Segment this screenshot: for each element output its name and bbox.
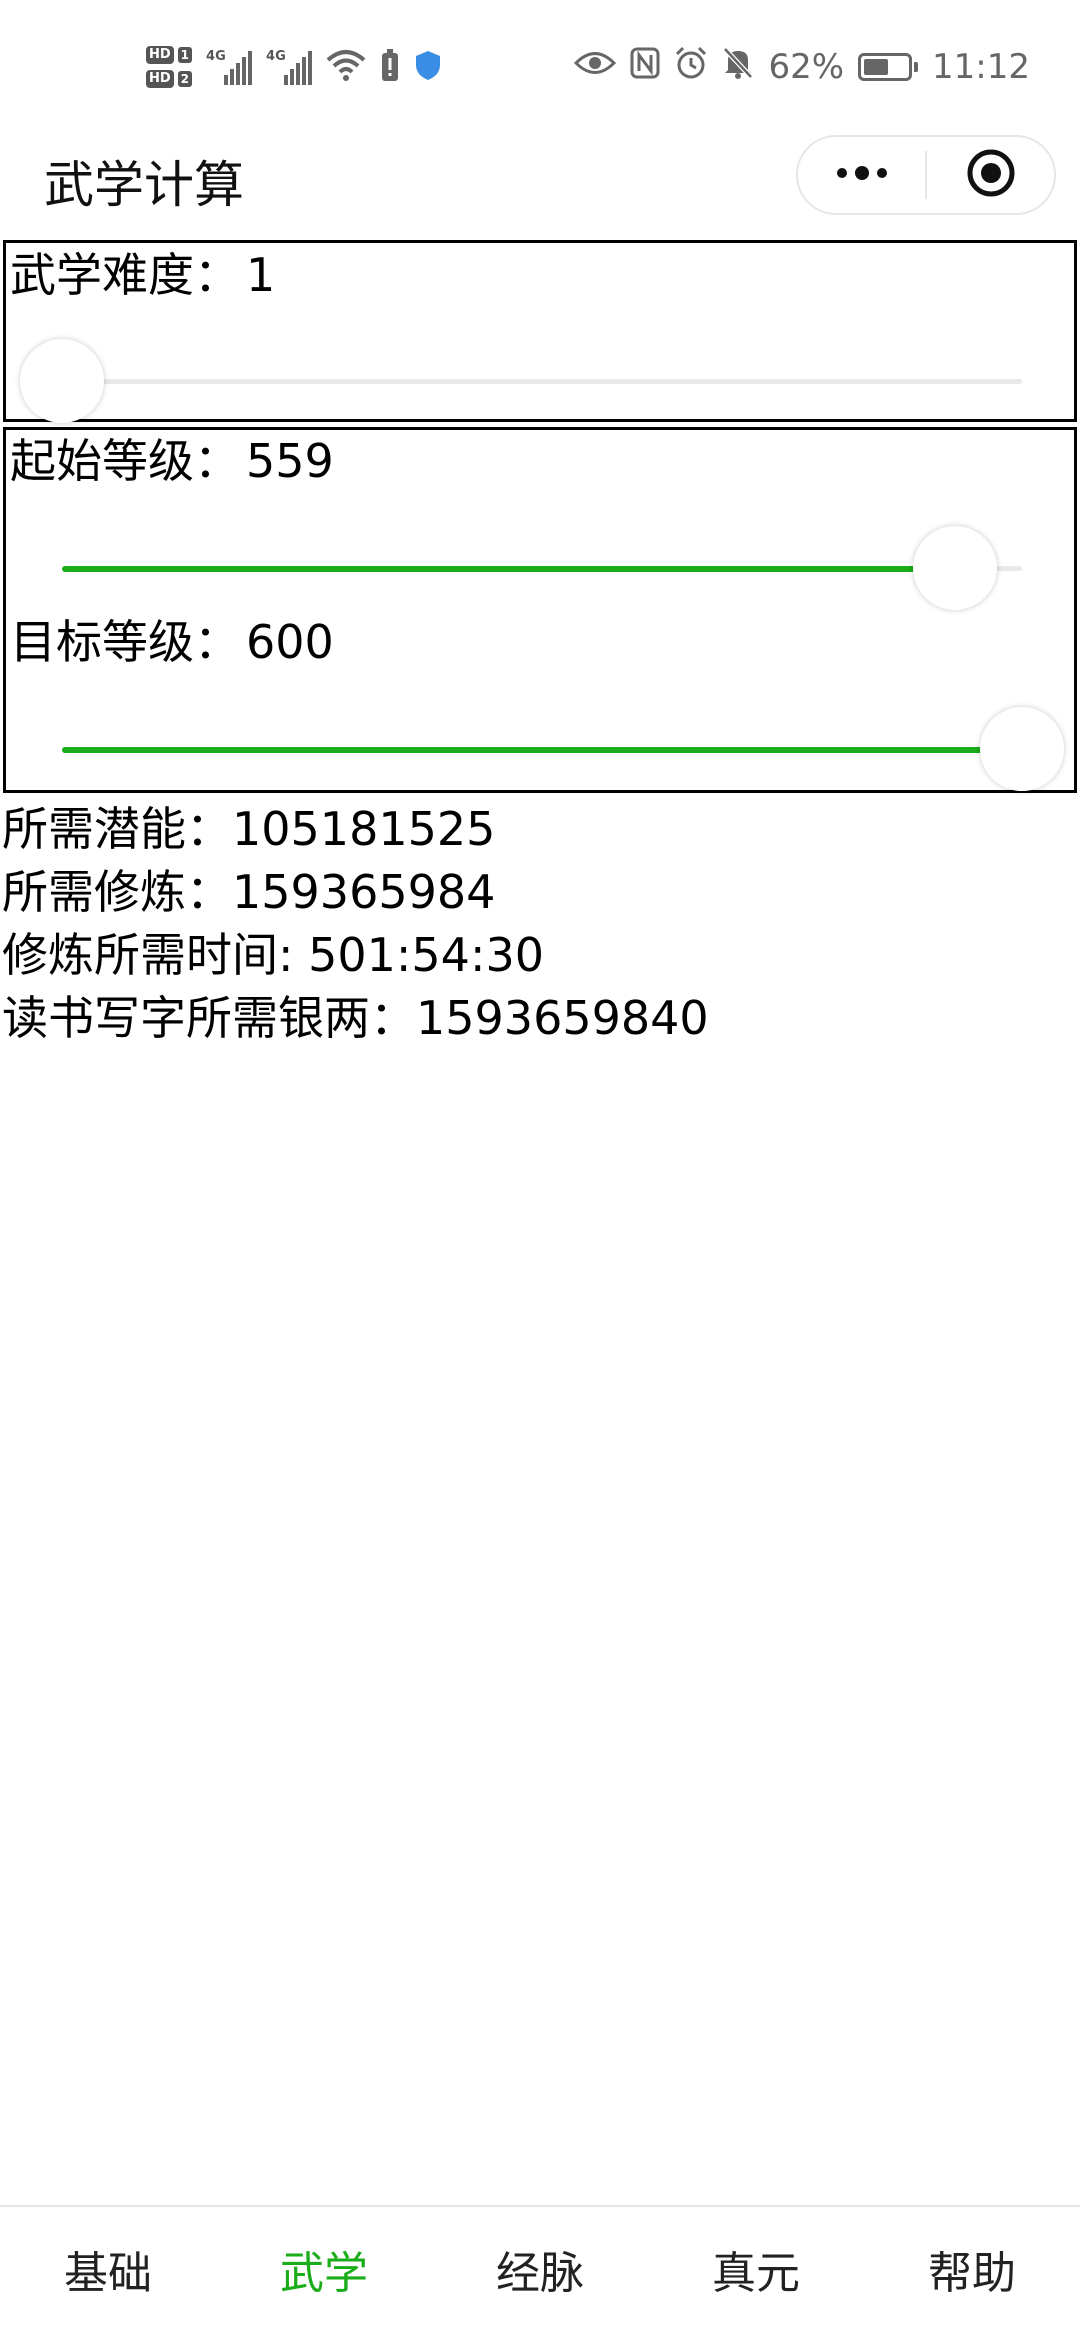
network-type: 4G — [266, 49, 286, 64]
sim-number: 1 — [177, 47, 193, 63]
hd-badge: HD — [146, 46, 174, 64]
slider-fill — [62, 566, 955, 572]
battery-alert-icon — [380, 48, 400, 86]
required-training: 所需修炼：159365984 — [2, 865, 496, 919]
status-left: HD 1 HD 2 4G 4G — [146, 34, 442, 100]
required-silver: 读书写字所需银两：1593659840 — [2, 991, 709, 1045]
difficulty-slider[interactable] — [20, 336, 1022, 426]
difficulty-value: 1 — [246, 248, 276, 302]
close-button[interactable] — [927, 137, 1054, 213]
difficulty-panel: 武学难度： 1 — [3, 240, 1077, 423]
signal-icon: 4G — [206, 49, 253, 85]
target-level-slider[interactable] — [62, 704, 1064, 794]
tab-meridians[interactable]: 经脉 — [432, 2207, 648, 2340]
status-bar: HD 1 HD 2 4G 4G 62% 11:12 — [0, 0, 1080, 135]
sim-number: 2 — [177, 71, 193, 87]
hd-badge: HD — [146, 70, 174, 88]
results: 所需潜能：105181525 所需修炼：159365984 修炼所需时间: 50… — [2, 798, 709, 1050]
network-type: 4G — [206, 49, 226, 64]
status-right: 62% 11:12 — [574, 34, 1030, 100]
more-button[interactable] — [798, 137, 925, 213]
start-level-slider[interactable] — [62, 523, 1022, 613]
start-level-value: 559 — [246, 434, 334, 488]
slider-track — [62, 379, 1022, 384]
start-level-label-text: 起始等级： — [10, 434, 240, 488]
mini-program-capsule — [796, 135, 1056, 215]
tab-basic[interactable]: 基础 — [0, 2207, 216, 2340]
difficulty-label-text: 武学难度： — [10, 248, 240, 302]
clock: 11:12 — [932, 47, 1030, 87]
hd-indicators: HD 1 HD 2 — [146, 46, 193, 88]
slider-fill — [62, 747, 1022, 753]
difficulty-label: 武学难度： 1 — [10, 245, 275, 305]
slider-thumb[interactable] — [912, 526, 997, 610]
tab-help[interactable]: 帮助 — [864, 2207, 1080, 2340]
alarm-icon — [674, 46, 708, 89]
battery-level — [864, 59, 888, 75]
more-dots-icon — [834, 163, 890, 187]
nfc-icon — [630, 47, 660, 88]
battery-icon — [858, 53, 919, 81]
nav-bar: 武学计算 — [0, 135, 1080, 235]
slider-thumb[interactable] — [980, 707, 1064, 791]
target-level-label-text: 目标等级： — [10, 615, 240, 669]
tab-martial-arts[interactable]: 武学 — [216, 2207, 432, 2340]
wifi-icon — [326, 48, 366, 86]
mute-icon — [722, 46, 754, 89]
target-level-value: 600 — [246, 615, 334, 669]
slider-thumb[interactable] — [20, 339, 104, 423]
eye-icon — [574, 47, 617, 87]
tab-bar: 基础 武学 经脉 真元 帮助 — [0, 2205, 1080, 2340]
start-level-label: 起始等级： 559 — [10, 431, 334, 491]
page-title: 武学计算 — [44, 156, 244, 214]
training-time: 修炼所需时间: 501:54:30 — [2, 928, 544, 982]
signal-icon: 4G — [266, 49, 313, 85]
required-potential: 所需潜能：105181525 — [2, 802, 496, 856]
tab-true-essence[interactable]: 真元 — [648, 2207, 864, 2340]
level-panel: 起始等级： 559 目标等级： 600 — [3, 427, 1077, 793]
battery-percent: 62% — [768, 47, 845, 87]
target-level-label: 目标等级： 600 — [10, 612, 334, 672]
target-icon — [966, 148, 1016, 202]
shield-icon — [414, 49, 442, 85]
